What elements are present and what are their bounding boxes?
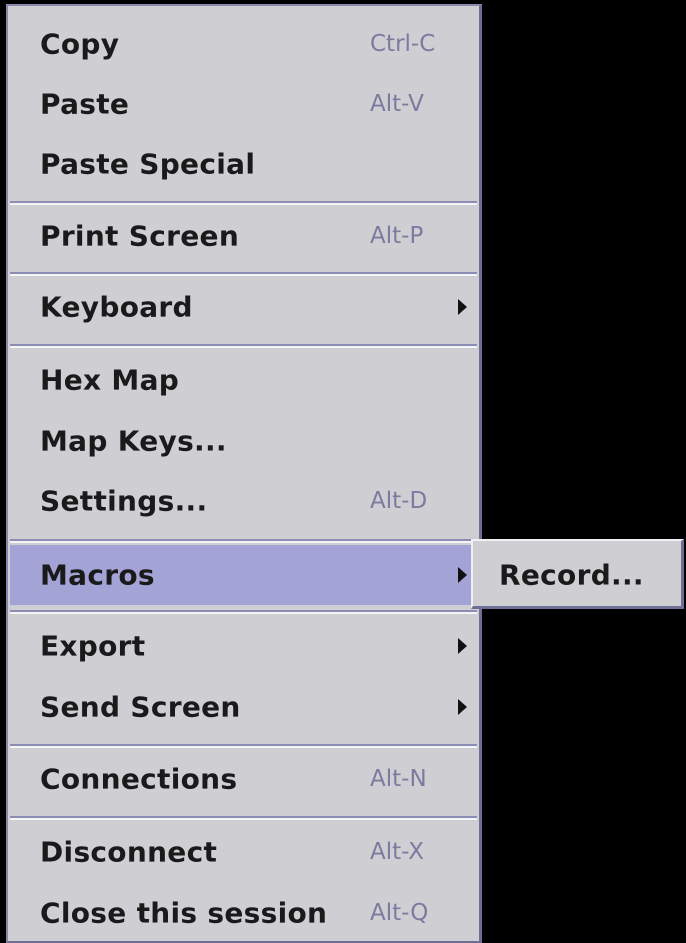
menu-item-label: Copy xyxy=(40,27,120,61)
menu-item-send-screen[interactable]: Send Screen xyxy=(10,677,479,737)
submenu-arrow-icon xyxy=(458,567,467,583)
popup-menu: Copy Ctrl-C Paste Alt-V Paste Special Pr… xyxy=(6,4,482,943)
menu-item-label: Record... xyxy=(499,558,644,592)
menu-item-macros[interactable]: Macros xyxy=(10,545,479,605)
submenu-arrow-icon xyxy=(458,638,467,654)
menu-separator xyxy=(10,744,477,748)
menu-item-label: Keyboard xyxy=(40,290,193,324)
menu-item-paste[interactable]: Paste Alt-V xyxy=(10,74,479,134)
menu-item-close-session[interactable]: Close this session Alt-Q xyxy=(10,883,479,943)
menu-separator xyxy=(10,272,477,276)
menu-item-label: Disconnect xyxy=(40,835,218,869)
macros-submenu: Record... xyxy=(471,539,684,609)
menu-separator xyxy=(10,344,477,348)
menu-item-shortcut: Alt-D xyxy=(370,488,428,514)
menu-item-label: Export xyxy=(40,629,146,663)
menu-item-label: Send Screen xyxy=(40,690,241,724)
menu-item-copy[interactable]: Copy Ctrl-C xyxy=(10,14,479,74)
menu-item-label: Paste xyxy=(40,87,130,121)
menu-item-shortcut: Alt-N xyxy=(370,766,427,792)
menu-separator xyxy=(10,610,477,614)
menu-item-label: Hex Map xyxy=(40,363,180,397)
menu-item-shortcut: Alt-Q xyxy=(370,900,429,926)
menu-item-shortcut: Alt-X xyxy=(370,839,425,865)
menu-item-shortcut: Alt-V xyxy=(370,91,424,117)
menu-item-label: Close this session xyxy=(40,896,328,930)
menu-item-disconnect[interactable]: Disconnect Alt-X xyxy=(10,822,479,882)
menu-separator xyxy=(10,539,477,543)
menu-item-connections[interactable]: Connections Alt-N xyxy=(10,749,479,809)
submenu-item-record[interactable]: Record... xyxy=(473,545,681,605)
menu-separator xyxy=(10,816,477,820)
menu-item-label: Print Screen xyxy=(40,219,240,253)
menu-item-export[interactable]: Export xyxy=(10,616,479,676)
menu-item-label: Settings... xyxy=(40,484,208,518)
menu-separator xyxy=(10,201,477,205)
submenu-arrow-icon xyxy=(458,699,467,715)
menu-item-label: Connections xyxy=(40,762,238,796)
menu-item-hex-map[interactable]: Hex Map xyxy=(10,350,479,410)
menu-item-label: Map Keys... xyxy=(40,424,227,458)
submenu-arrow-icon xyxy=(458,299,467,315)
menu-item-settings[interactable]: Settings... Alt-D xyxy=(10,471,479,531)
menu-item-map-keys[interactable]: Map Keys... xyxy=(10,411,479,471)
menu-item-shortcut: Ctrl-C xyxy=(370,31,436,57)
menu-item-label: Paste Special xyxy=(40,147,256,181)
menu-item-print-screen[interactable]: Print Screen Alt-P xyxy=(10,206,479,266)
menu-item-label: Macros xyxy=(40,558,155,592)
menu-item-keyboard[interactable]: Keyboard xyxy=(10,277,479,337)
menu-item-shortcut: Alt-P xyxy=(370,223,424,249)
menu-item-paste-special[interactable]: Paste Special xyxy=(10,134,479,194)
